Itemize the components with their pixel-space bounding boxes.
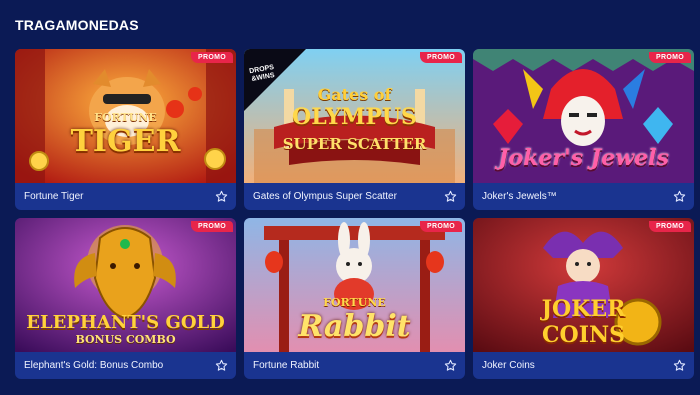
promo-badge: PROMO <box>191 52 233 63</box>
rabbit-art <box>244 218 465 352</box>
game-thumbnail[interactable]: ELEPHANT'S GOLD BONUS COMBO PROMO <box>15 218 236 352</box>
card-footer: Joker Coins <box>473 352 694 379</box>
section-title: TRAGAMONEDAS <box>15 17 139 33</box>
game-thumbnail[interactable]: DROPS &WINS Gates of OLYMPUS SUPER SCATT… <box>244 49 465 183</box>
promo-badge: PROMO <box>420 221 462 232</box>
game-thumbnail[interactable]: JOKER COINS PROMO <box>473 218 694 352</box>
star-outline-icon[interactable] <box>443 190 457 204</box>
coins-art <box>473 218 694 352</box>
star-outline-icon[interactable] <box>214 359 228 373</box>
game-thumbnail[interactable]: Joker's Jewels PROMO <box>473 49 694 183</box>
promo-badge: PROMO <box>649 52 691 63</box>
card-footer: Fortune Tiger <box>15 183 236 210</box>
game-card-joker-coins[interactable]: JOKER COINS PROMO Joker Coins <box>473 218 694 379</box>
game-title: Joker Coins <box>482 360 535 371</box>
card-footer: Elephant's Gold: Bonus Combo <box>15 352 236 379</box>
card-footer: Gates of Olympus Super Scatter <box>244 183 465 210</box>
star-outline-icon[interactable] <box>672 190 686 204</box>
promo-badge: PROMO <box>649 221 691 232</box>
game-thumbnail[interactable]: FORTUNE TIGER PROMO <box>15 49 236 183</box>
game-card-fortune-rabbit[interactable]: FORTUNE Rabbit PROMO Fortune Rabbit <box>244 218 465 379</box>
elephant-art <box>15 218 236 352</box>
game-title: Fortune Rabbit <box>253 360 320 371</box>
star-outline-icon[interactable] <box>443 359 457 373</box>
game-thumbnail[interactable]: FORTUNE Rabbit PROMO <box>244 218 465 352</box>
game-title: Fortune Tiger <box>24 191 84 202</box>
card-footer: Fortune Rabbit <box>244 352 465 379</box>
game-card-gates-of-olympus[interactable]: DROPS &WINS Gates of OLYMPUS SUPER SCATT… <box>244 49 465 210</box>
promo-badge: PROMO <box>420 52 462 63</box>
card-footer: Joker's Jewels™ <box>473 183 694 210</box>
star-outline-icon[interactable] <box>214 190 228 204</box>
game-card-elephants-gold[interactable]: ELEPHANT'S GOLD BONUS COMBO PROMO Elepha… <box>15 218 236 379</box>
star-outline-icon[interactable] <box>672 359 686 373</box>
tiger-art <box>15 49 236 183</box>
game-grid: FORTUNE TIGER PROMO Fortune Tiger DROPS … <box>15 49 694 379</box>
game-card-fortune-tiger[interactable]: FORTUNE TIGER PROMO Fortune Tiger <box>15 49 236 210</box>
jewels-art <box>473 49 694 183</box>
game-title: Gates of Olympus Super Scatter <box>253 191 397 202</box>
promo-badge: PROMO <box>191 221 233 232</box>
game-card-jokers-jewels[interactable]: Joker's Jewels PROMO Joker's Jewels™ <box>473 49 694 210</box>
game-title: Elephant's Gold: Bonus Combo <box>24 360 164 371</box>
game-title: Joker's Jewels™ <box>482 191 557 202</box>
